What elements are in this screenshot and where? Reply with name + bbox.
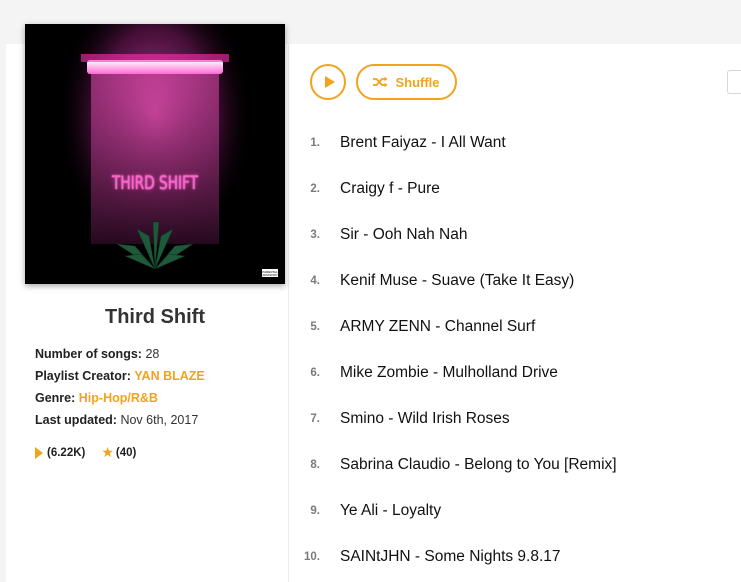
meta-songs-label: Number of songs: — [35, 347, 142, 361]
track-number: 10. — [304, 551, 320, 563]
genre-link[interactable]: Hip-Hop/R&B — [79, 391, 158, 405]
track-number: 9. — [310, 505, 320, 517]
star-icon[interactable]: ★ — [101, 444, 114, 461]
playlist-cover-art[interactable]: THIRD SHIFT PARENTAL ADVISORY — [25, 24, 285, 284]
track-row[interactable]: 4. Kenif Muse - Suave (Take It Easy) — [300, 270, 574, 292]
meta-creator: Playlist Creator: YAN BLAZE — [35, 369, 205, 383]
more-options-button[interactable] — [727, 70, 741, 94]
cover-title-text: THIRD SHIFT — [111, 172, 199, 194]
meta-songs-value: 28 — [145, 347, 160, 361]
track-row[interactable]: 10. SAINtJHN - Some Nights 9.8.17 — [300, 546, 561, 568]
meta-updated-label: Last updated: — [35, 413, 117, 427]
parental-advisory-logo: PARENTAL ADVISORY — [261, 268, 279, 278]
track-number: 8. — [310, 459, 320, 471]
track-row[interactable]: 3. Sir - Ooh Nah Nah — [300, 224, 468, 246]
meta-creator-label: Playlist Creator: — [35, 369, 131, 383]
play-count-icon — [35, 446, 43, 459]
track-number: 1. — [310, 137, 320, 149]
meta-updated-value: Nov 6th, 2017 — [120, 413, 199, 427]
track-row[interactable]: 5. ARMY ZENN - Channel Surf — [300, 316, 535, 338]
track-row[interactable]: 8. Sabrina Claudio - Belong to You [Remix… — [300, 454, 617, 476]
track-number: 6. — [310, 367, 320, 379]
track-title[interactable]: Ye Ali - Loyalty — [340, 502, 441, 520]
track-row[interactable]: 9. Ye Ali - Loyalty — [300, 500, 441, 522]
meta-genre: Genre: Hip-Hop/R&B — [35, 391, 158, 405]
play-count: (6.22K) — [47, 446, 86, 459]
play-icon — [325, 76, 335, 88]
track-title[interactable]: ARMY ZENN - Channel Surf — [340, 318, 535, 336]
track-title[interactable]: SAINtJHN - Some Nights 9.8.17 — [340, 548, 561, 566]
shuffle-label: Shuffle — [395, 74, 440, 90]
shuffle-button[interactable]: Shuffle — [356, 64, 457, 100]
track-row[interactable]: 7. Smino - Wild Irish Roses — [300, 408, 510, 430]
track-number: 7. — [310, 413, 320, 425]
track-title[interactable]: Craigy f - Pure — [340, 180, 440, 198]
track-row[interactable]: 1. Brent Faiyaz - I All Want — [300, 132, 506, 154]
playlist-title: Third Shift — [105, 306, 205, 328]
track-number: 2. — [310, 183, 320, 195]
playlist-stats: (6.22K) ★ (40) — [35, 444, 136, 461]
track-title[interactable]: Kenif Muse - Suave (Take It Easy) — [340, 272, 574, 290]
meta-genre-label: Genre: — [35, 391, 76, 405]
meta-songs: Number of songs: 28 — [35, 347, 159, 361]
track-title[interactable]: Sabrina Claudio - Belong to You [Remix] — [340, 456, 617, 474]
track-title[interactable]: Brent Faiyaz - I All Want — [340, 134, 506, 152]
cover-artwork — [25, 24, 285, 284]
favorite-count: (40) — [115, 446, 137, 459]
track-number: 5. — [310, 321, 320, 333]
column-divider — [288, 44, 289, 582]
track-title[interactable]: Sir - Ooh Nah Nah — [340, 226, 468, 244]
track-row[interactable]: 2. Craigy f - Pure — [300, 178, 440, 200]
track-row[interactable]: 6. Mike Zombie - Mulholland Drive — [300, 362, 558, 384]
creator-link[interactable]: YAN BLAZE — [134, 369, 204, 383]
track-number: 3. — [310, 229, 320, 241]
play-button[interactable] — [310, 64, 346, 100]
track-number: 4. — [310, 275, 320, 287]
track-title[interactable]: Smino - Wild Irish Roses — [340, 410, 510, 428]
meta-updated: Last updated: Nov 6th, 2017 — [35, 413, 198, 427]
shuffle-icon — [373, 76, 388, 88]
track-title[interactable]: Mike Zombie - Mulholland Drive — [340, 364, 558, 382]
